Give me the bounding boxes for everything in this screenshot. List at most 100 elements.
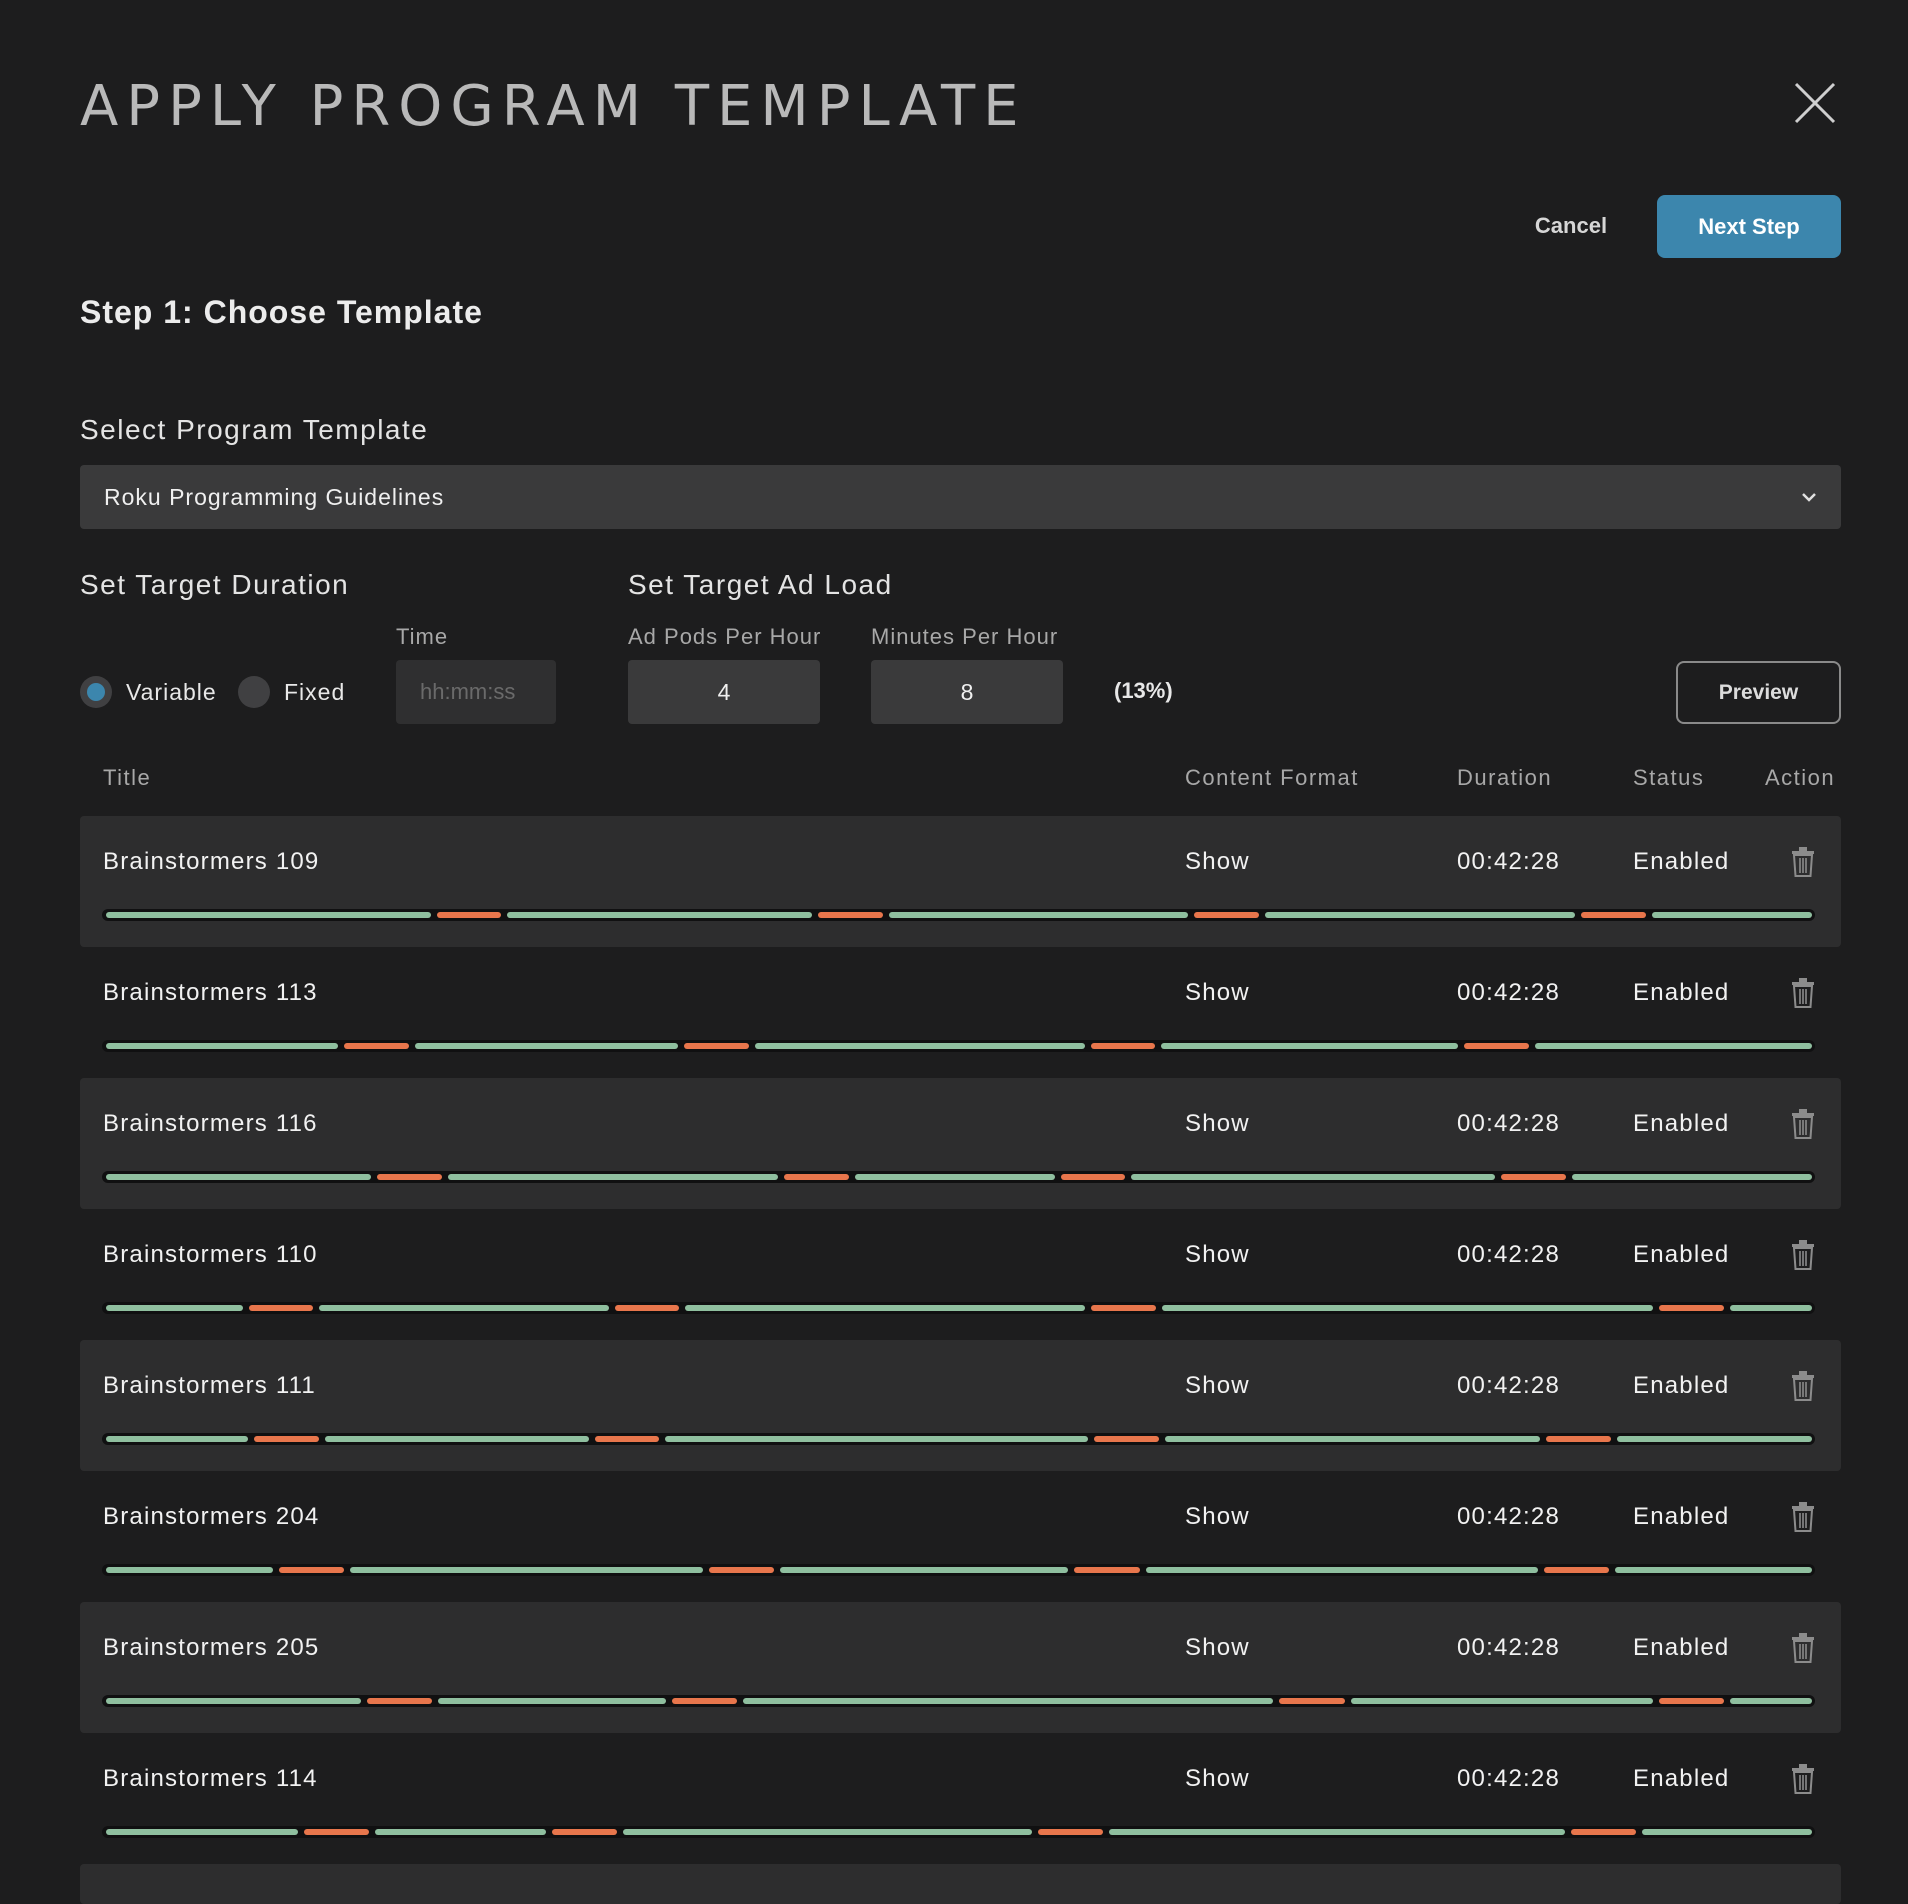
- content-segment: [106, 1567, 273, 1573]
- radio-variable-indicator: [80, 676, 112, 708]
- content-segment: [1146, 1567, 1538, 1573]
- table-row[interactable]: Brainstormers 110 Show 00:42:28 Enabled: [80, 1209, 1841, 1340]
- table-row[interactable]: Brainstormers 205 Show 00:42:28 Enabled: [80, 1602, 1841, 1733]
- content-segment: [665, 1436, 1088, 1442]
- column-header-content-format: Content Format: [1185, 765, 1359, 790]
- ad-break-segment: [1659, 1305, 1724, 1311]
- content-segment: [780, 1567, 1068, 1573]
- content-segment: [438, 1698, 666, 1704]
- ad-break-segment: [1544, 1567, 1609, 1573]
- table-row[interactable]: Brainstormers 111 Show 00:42:28 Enabled: [80, 1340, 1841, 1471]
- ad-break-segment: [254, 1436, 319, 1442]
- row-title: Brainstormers 109: [103, 848, 320, 875]
- row-title: Brainstormers 113: [103, 979, 318, 1006]
- row-title: Brainstormers 110: [103, 1241, 318, 1268]
- trash-icon[interactable]: [1791, 1240, 1815, 1270]
- ad-break-segment: [615, 1305, 679, 1311]
- next-step-button[interactable]: Next Step: [1657, 195, 1841, 258]
- template-select[interactable]: Roku Programming Guidelines: [80, 465, 1841, 529]
- program-list: Brainstormers 109 Show 00:42:28 Enabled …: [80, 816, 1841, 1904]
- table-row[interactable]: Brainstormers 114 Show 00:42:28 Enabled: [80, 1733, 1841, 1864]
- cancel-button[interactable]: Cancel: [1512, 194, 1630, 258]
- content-segment: [1652, 912, 1812, 918]
- row-status: Enabled: [1633, 979, 1730, 1006]
- row-duration: 00:42:28: [1457, 1765, 1561, 1792]
- content-segment: [1617, 1436, 1812, 1442]
- minutes-per-hour-input[interactable]: 8: [871, 660, 1063, 724]
- radio-fixed-indicator: [238, 676, 270, 708]
- step-title: Step 1: Choose Template: [80, 294, 483, 330]
- content-segment: [1535, 1043, 1812, 1049]
- content-segment: [1162, 1305, 1653, 1311]
- content-segment: [106, 1305, 243, 1311]
- trash-icon[interactable]: [1791, 1764, 1815, 1794]
- row-content-format: Show: [1185, 1634, 1250, 1661]
- content-segment: [1730, 1698, 1812, 1704]
- trash-icon[interactable]: [1791, 1502, 1815, 1532]
- content-segment: [1161, 1043, 1458, 1049]
- table-row[interactable]: Brainstormers 113 Show 00:42:28 Enabled: [80, 947, 1841, 1078]
- template-select-value: Roku Programming Guidelines: [104, 483, 445, 510]
- radio-fixed-label: Fixed: [284, 678, 346, 705]
- ad-break-segment: [1464, 1043, 1529, 1049]
- ad-break-segment: [595, 1436, 659, 1442]
- time-input[interactable]: [396, 660, 556, 724]
- content-segment: [1131, 1174, 1495, 1180]
- content-segment: [855, 1174, 1055, 1180]
- target-adload-label: Set Target Ad Load: [628, 569, 893, 600]
- radio-variable-label: Variable: [126, 678, 217, 705]
- content-segment: [1615, 1567, 1812, 1573]
- content-segment: [507, 912, 812, 918]
- ad-break-segment: [1581, 912, 1646, 918]
- content-segment: [106, 1436, 248, 1442]
- content-segment: [106, 1698, 361, 1704]
- close-icon[interactable]: [1792, 80, 1838, 126]
- template-select-label: Select Program Template: [80, 414, 429, 445]
- ad-load-percent: (13%): [1114, 678, 1173, 703]
- row-duration: 00:42:28: [1457, 1110, 1561, 1137]
- trash-icon[interactable]: [1791, 1633, 1815, 1663]
- row-title: Brainstormers 114: [103, 1765, 318, 1792]
- row-content-format: Show: [1185, 1241, 1250, 1268]
- row-status: Enabled: [1633, 1110, 1730, 1137]
- ad-break-segment: [1094, 1436, 1159, 1442]
- ad-pods-input[interactable]: 4: [628, 660, 820, 724]
- trash-icon[interactable]: [1791, 1371, 1815, 1401]
- row-content-format: Show: [1185, 1372, 1250, 1399]
- content-segment: [106, 912, 431, 918]
- trash-icon[interactable]: [1791, 1109, 1815, 1139]
- content-segment: [106, 1174, 371, 1180]
- ad-break-segment: [818, 912, 883, 918]
- content-segment: [325, 1436, 589, 1442]
- radio-fixed[interactable]: Fixed: [238, 676, 345, 708]
- content-segment: [1109, 1829, 1565, 1835]
- timeline-bar: [102, 1564, 1815, 1576]
- row-duration: 00:42:28: [1457, 1241, 1561, 1268]
- timeline-bar: [102, 1433, 1815, 1445]
- row-title: Brainstormers 111: [103, 1372, 316, 1399]
- column-header-status: Status: [1633, 765, 1705, 790]
- content-segment: [350, 1567, 703, 1573]
- row-duration: 00:42:28: [1457, 1634, 1561, 1661]
- row-duration: 00:42:28: [1457, 979, 1561, 1006]
- content-segment: [1351, 1698, 1653, 1704]
- preview-button[interactable]: Preview: [1676, 661, 1841, 724]
- table-row[interactable]: Brainstormers 109 Show 00:42:28 Enabled: [80, 816, 1841, 947]
- trash-icon[interactable]: [1791, 847, 1815, 877]
- trash-icon[interactable]: [1791, 978, 1815, 1008]
- ad-break-segment: [1061, 1174, 1125, 1180]
- content-segment: [415, 1043, 678, 1049]
- ad-pods-label: Ad Pods Per Hour: [628, 624, 822, 649]
- ad-break-segment: [1571, 1829, 1636, 1835]
- content-segment: [1642, 1829, 1812, 1835]
- row-status: Enabled: [1633, 1503, 1730, 1530]
- ad-break-segment: [1501, 1174, 1566, 1180]
- content-segment: [889, 912, 1188, 918]
- content-segment: [375, 1829, 546, 1835]
- row-status: Enabled: [1633, 1241, 1730, 1268]
- ad-break-segment: [249, 1305, 313, 1311]
- table-row[interactable]: Brainstormers 204 Show 00:42:28 Enabled: [80, 1471, 1841, 1602]
- table-row[interactable]: Brainstormers 116 Show 00:42:28 Enabled: [80, 1078, 1841, 1209]
- radio-variable[interactable]: Variable: [80, 676, 217, 708]
- row-title: Brainstormers 205: [103, 1634, 320, 1661]
